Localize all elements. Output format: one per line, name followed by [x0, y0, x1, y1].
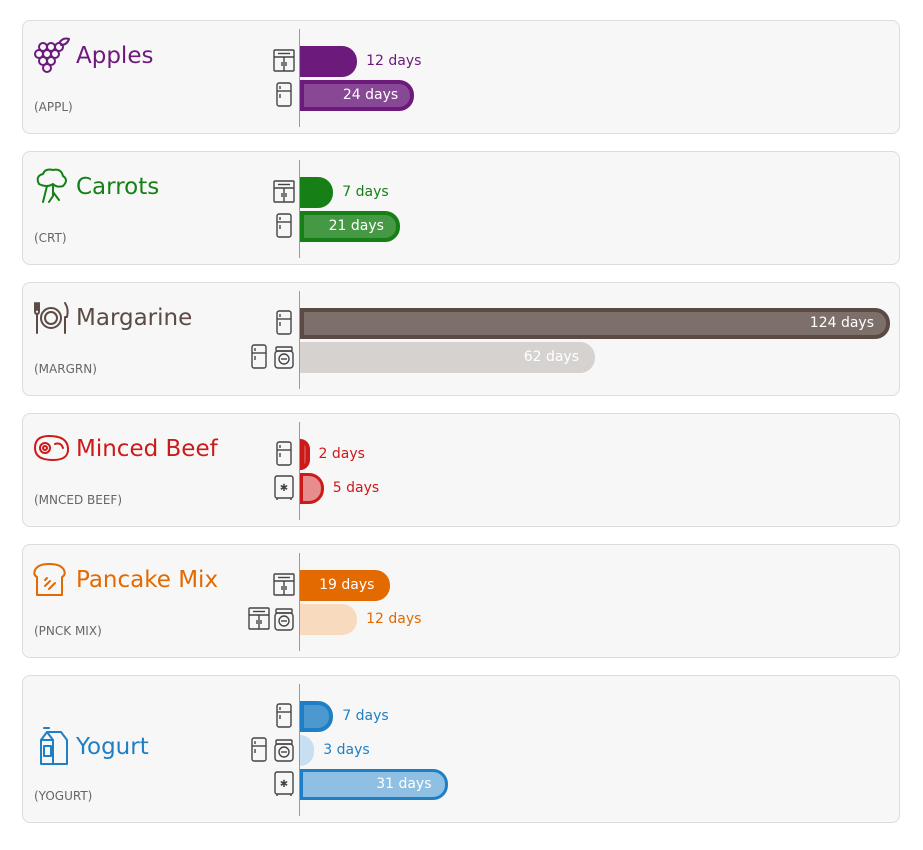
- after-opening-icon: [273, 344, 295, 370]
- milk-carton-icon: [31, 726, 71, 766]
- food-name: Pancake Mix: [76, 567, 219, 593]
- duration-label: 124 days: [809, 315, 874, 331]
- duration-label: 7 days: [342, 184, 389, 200]
- broccoli-icon: [31, 166, 71, 206]
- bar-axis: [299, 29, 300, 127]
- food-code: (CRT): [34, 231, 67, 245]
- food-name: Yogurt: [76, 734, 149, 760]
- food-name: Minced Beef: [76, 436, 218, 462]
- food-code: (MARGRN): [34, 362, 97, 376]
- pantry-icon: [273, 179, 295, 205]
- duration-label: 12 days: [366, 611, 422, 627]
- fridge-icon: [248, 344, 270, 370]
- duration-label: 2 days: [318, 446, 365, 462]
- bar-axis: [299, 291, 300, 389]
- duration-label: 21 days: [328, 218, 384, 234]
- after-opening-icon: [273, 737, 295, 763]
- fridge-icon: [273, 310, 295, 336]
- food-card: Minced Beef (MNCED BEEF) 2 days ✱ 5 days: [22, 413, 900, 527]
- fridge-icon: [273, 441, 295, 467]
- food-card: Yogurt (YOGURT) 7 days 3 days ✱ 31 days: [22, 675, 900, 823]
- food-code: (MNCED BEEF): [34, 493, 123, 507]
- food-name: Margarine: [76, 305, 193, 331]
- freezer-icon: ✱: [273, 771, 295, 797]
- fridge-icon: [273, 703, 295, 729]
- pantry-icon: [273, 48, 295, 74]
- duration-bar: [300, 46, 358, 77]
- duration-label: 19 days: [319, 577, 375, 593]
- steak-icon: [31, 428, 71, 468]
- food-code: (APPL): [34, 100, 73, 114]
- duration-label: 12 days: [366, 53, 422, 69]
- duration-bar: [300, 604, 358, 635]
- svg-text:✱: ✱: [280, 483, 288, 494]
- food-name: Apples: [76, 43, 154, 69]
- duration-bar: [300, 735, 315, 766]
- fridge-icon: [273, 213, 295, 239]
- bar-axis: [299, 553, 300, 651]
- after-opening-icon: [273, 606, 295, 632]
- fridge-icon: [248, 737, 270, 763]
- freezer-icon: ✱: [273, 475, 295, 501]
- bar-axis: [299, 160, 300, 258]
- duration-bar: [300, 701, 334, 732]
- duration-bar: [300, 177, 334, 208]
- food-card: Margarine (MARGRN) 124 days 62 days: [22, 282, 900, 396]
- duration-label: 7 days: [342, 708, 389, 724]
- food-card: Pancake Mix (PNCK MIX) 19 days 12 days: [22, 544, 900, 658]
- duration-label: 24 days: [342, 87, 399, 103]
- bar-axis: [299, 422, 300, 520]
- food-card: Carrots (CRT) 7 days 21 days: [22, 151, 900, 265]
- bread-icon: [31, 559, 71, 599]
- food-card: Apples (APPL) 12 days 24 days: [22, 20, 900, 134]
- duration-label: 3 days: [323, 742, 370, 758]
- food-code: (YOGURT): [34, 789, 93, 803]
- duration-bar: [300, 473, 324, 504]
- pantry-icon: [248, 606, 270, 632]
- food-name: Carrots: [76, 174, 160, 200]
- plate-cutlery-icon: [31, 297, 71, 337]
- duration-bar: [300, 439, 310, 470]
- pantry-icon: [273, 572, 295, 598]
- duration-label: 5 days: [332, 480, 380, 496]
- grapes-icon: [31, 35, 71, 75]
- duration-label: 31 days: [376, 776, 432, 792]
- fridge-icon: [273, 82, 295, 108]
- duration-label: 62 days: [523, 349, 579, 365]
- svg-text:✱: ✱: [280, 779, 288, 790]
- food-code: (PNCK MIX): [34, 624, 102, 638]
- duration-bar: [300, 308, 890, 339]
